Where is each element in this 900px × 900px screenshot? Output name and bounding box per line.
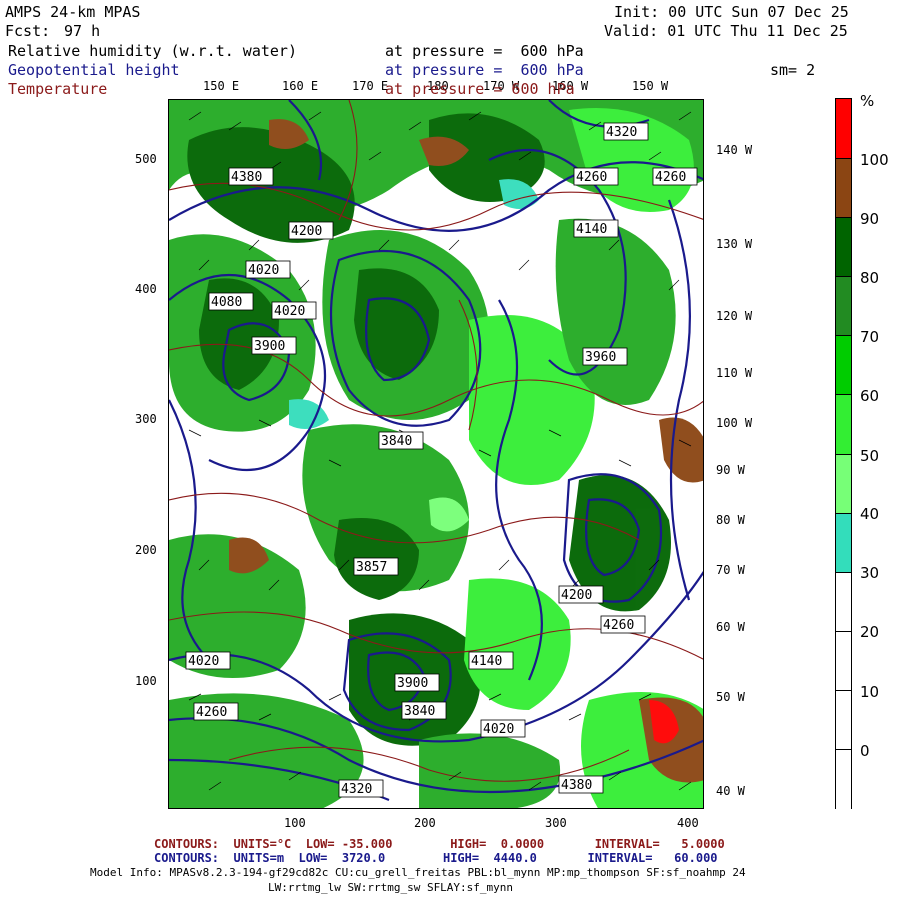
- colorbar-label: 30: [860, 564, 880, 582]
- colorbar-segment: [836, 689, 851, 751]
- contour-label: 4380: [561, 778, 592, 793]
- lon-label-right: 90 W: [716, 463, 745, 477]
- lon-label-top: 150 W: [632, 79, 669, 93]
- contour-label: 4260: [603, 618, 634, 633]
- contour-label: 4200: [561, 588, 592, 603]
- weather-map: 4320 4380 4260 4260 4200 4140 4020 4080 …: [168, 99, 704, 809]
- contour-label: 4020: [274, 304, 305, 319]
- model-info-2: LW:rrtmg_lw SW:rrtmg_sw SFLAY:sf_mynn: [268, 881, 514, 894]
- contour-label: 4260: [196, 705, 227, 720]
- colorbar-label: 10: [860, 683, 880, 701]
- colorbar-segment: [836, 276, 851, 337]
- field-rh-name: Relative humidity (w.r.t. water): [8, 42, 297, 60]
- colorbar-label: 60: [860, 387, 880, 405]
- x-tick-label: 200: [414, 816, 436, 830]
- forecast-hour: 97 h: [64, 22, 101, 40]
- contour-label: 3900: [254, 339, 285, 354]
- lon-label-right: 80 W: [716, 513, 745, 527]
- lon-label-top: 170 E: [352, 79, 389, 93]
- lon-label-right: 60 W: [716, 620, 745, 634]
- field-height-level: at pressure = 600 hPa: [385, 61, 584, 79]
- y-tick-label: 500: [135, 152, 157, 166]
- field-temp-name: Temperature: [8, 80, 108, 98]
- colorbar-segment: [836, 335, 851, 396]
- colorbar: [835, 98, 852, 810]
- lon-label-right: 40 W: [716, 784, 745, 798]
- x-tick-label: 100: [284, 816, 306, 830]
- y-tick-label: 300: [135, 412, 157, 426]
- colorbar-segment: [836, 571, 851, 633]
- y-tick-label: 200: [135, 543, 157, 557]
- colorbar-label: 90: [860, 210, 880, 228]
- colorbar-segment: [836, 453, 851, 515]
- contour-label: 4140: [471, 654, 502, 669]
- colorbar-label: 50: [860, 447, 880, 465]
- field-height-name: Geopotential height: [8, 61, 180, 79]
- contour-label: 4200: [291, 224, 322, 239]
- map-canvas: 4320 4380 4260 4260 4200 4140 4020 4080 …: [169, 100, 703, 808]
- colorbar-label: 100: [860, 151, 889, 169]
- contour-label: 4320: [341, 782, 372, 797]
- contour-label: 4020: [483, 722, 514, 737]
- contour-label: 4260: [655, 170, 686, 185]
- colorbar-segment: [836, 394, 851, 455]
- lon-label-right: 70 W: [716, 563, 745, 577]
- colorbar-segment: [836, 630, 851, 692]
- contour-label: 3857: [356, 560, 387, 575]
- contour-label: 4080: [211, 295, 242, 310]
- contour-label: 4380: [231, 170, 262, 185]
- smoothing-label: sm= 2: [770, 61, 816, 79]
- colorbar-label: 70: [860, 328, 880, 346]
- colorbar-label: 0: [860, 742, 870, 760]
- colorbar-segment: [836, 748, 851, 810]
- lon-label-top: 150 E: [203, 79, 240, 93]
- contour-label: 3840: [404, 704, 435, 719]
- field-temp-level: at pressure = 600 hPa: [385, 80, 575, 98]
- x-tick-label: 300: [545, 816, 567, 830]
- lon-label-right: 120 W: [716, 309, 753, 323]
- contour-label: 4260: [576, 170, 607, 185]
- colorbar-segment: [836, 217, 851, 278]
- field-rh-level: at pressure = 600 hPa: [385, 42, 584, 60]
- contour-label: 3900: [397, 676, 428, 691]
- lon-label-right: 100 W: [716, 416, 753, 430]
- valid-time: Valid: 01 UTC Thu 11 Dec 25: [604, 22, 848, 40]
- contour-label: 4140: [576, 222, 607, 237]
- contour-label: 4320: [606, 125, 637, 140]
- colorbar-segment: [836, 99, 851, 159]
- colorbar-segment: [836, 512, 851, 574]
- contour-label: 3960: [585, 350, 616, 365]
- height-contours-info: CONTOURS: UNITS=m LOW= 3720.0 HIGH= 4440…: [154, 851, 718, 865]
- model-title: AMPS 24-km MPAS: [5, 3, 141, 21]
- x-tick-label: 400: [677, 816, 699, 830]
- lon-label-top: 160 E: [282, 79, 319, 93]
- contour-label: 3840: [381, 434, 412, 449]
- model-info: Model Info: MPASv8.2.3-194-gf29cd82c CU:…: [90, 866, 746, 879]
- contour-label: 4020: [188, 654, 219, 669]
- init-time: Init: 00 UTC Sun 07 Dec 25: [614, 3, 849, 21]
- lon-label-right: 140 W: [716, 143, 753, 157]
- y-tick-label: 100: [135, 674, 157, 688]
- lon-label-right: 50 W: [716, 690, 745, 704]
- lon-label-right: 110 W: [716, 366, 753, 380]
- temp-contours-info: CONTOURS: UNITS=°C LOW= -35.000 HIGH= 0.…: [154, 837, 725, 851]
- colorbar-label: 80: [860, 269, 880, 287]
- lon-label-right: 130 W: [716, 237, 753, 251]
- colorbar-label: 40: [860, 505, 880, 523]
- colorbar-segment: [836, 158, 851, 219]
- colorbar-unit: %: [860, 92, 875, 110]
- colorbar-label: 20: [860, 623, 880, 641]
- y-tick-label: 400: [135, 282, 157, 296]
- contour-label: 4020: [248, 263, 279, 278]
- forecast-label: Fcst:: [5, 22, 51, 40]
